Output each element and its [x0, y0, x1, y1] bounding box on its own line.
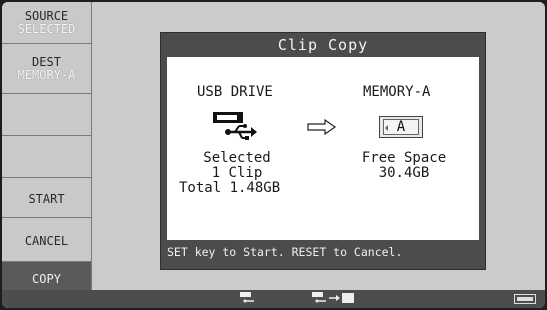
dest-label: DEST	[32, 54, 61, 69]
sidebar: SOURCE SELECTED DEST MEMORY-A START CANC…	[2, 2, 92, 290]
copy-button[interactable]: COPY	[2, 262, 91, 290]
source-device-name: USB DRIVE	[197, 84, 273, 100]
battery-level	[517, 297, 533, 301]
screen: SOURCE SELECTED DEST MEMORY-A START CANC…	[2, 2, 545, 308]
free-space-label: Free Space	[361, 150, 447, 166]
usb-drive-icon	[240, 292, 254, 303]
status-bar	[2, 290, 545, 308]
card-notch-icon	[385, 125, 388, 131]
main-area: Clip Copy USB DRIVE MEMORY-A A Selected …	[92, 2, 545, 290]
cancel-label: CANCEL	[24, 234, 69, 248]
copy-panel: USB DRIVE MEMORY-A A Selected 1 Clip Tot…	[167, 57, 479, 240]
usb-to-memory-icon	[312, 292, 354, 303]
copy-label: COPY	[32, 271, 61, 286]
free-space-value: 30.4GB	[378, 165, 430, 181]
dest-status: MEMORY-A	[17, 67, 76, 82]
dest-device-name: MEMORY-A	[363, 84, 431, 100]
start-button[interactable]: START	[2, 178, 91, 218]
clip-copy-dialog: Clip Copy USB DRIVE MEMORY-A A Selected …	[160, 32, 486, 270]
empty-button-1[interactable]	[2, 94, 91, 136]
total-size-text: Total 1.48GB	[179, 180, 281, 196]
instruction-text: SET key to Start. RESET to Cancel.	[167, 245, 403, 259]
source-status: SELECTED	[17, 21, 76, 36]
usb-drive-icon	[213, 112, 257, 140]
empty-button-2[interactable]	[2, 136, 91, 178]
source-status-text: Selected	[203, 150, 271, 166]
dialog-title: Clip Copy	[277, 36, 369, 54]
start-label: START	[28, 192, 65, 206]
clip-count-text: 1 Clip	[211, 165, 263, 181]
memory-card-icon: A	[379, 116, 423, 138]
cancel-button[interactable]: CANCEL	[2, 218, 91, 262]
dest-memory-button[interactable]: DEST MEMORY-A	[2, 44, 91, 94]
source-selected-button[interactable]: SOURCE SELECTED	[2, 2, 91, 44]
card-slot-label: A	[383, 119, 419, 135]
battery-icon	[514, 294, 536, 304]
source-label: SOURCE	[24, 8, 69, 23]
arrow-right-icon	[307, 119, 337, 135]
